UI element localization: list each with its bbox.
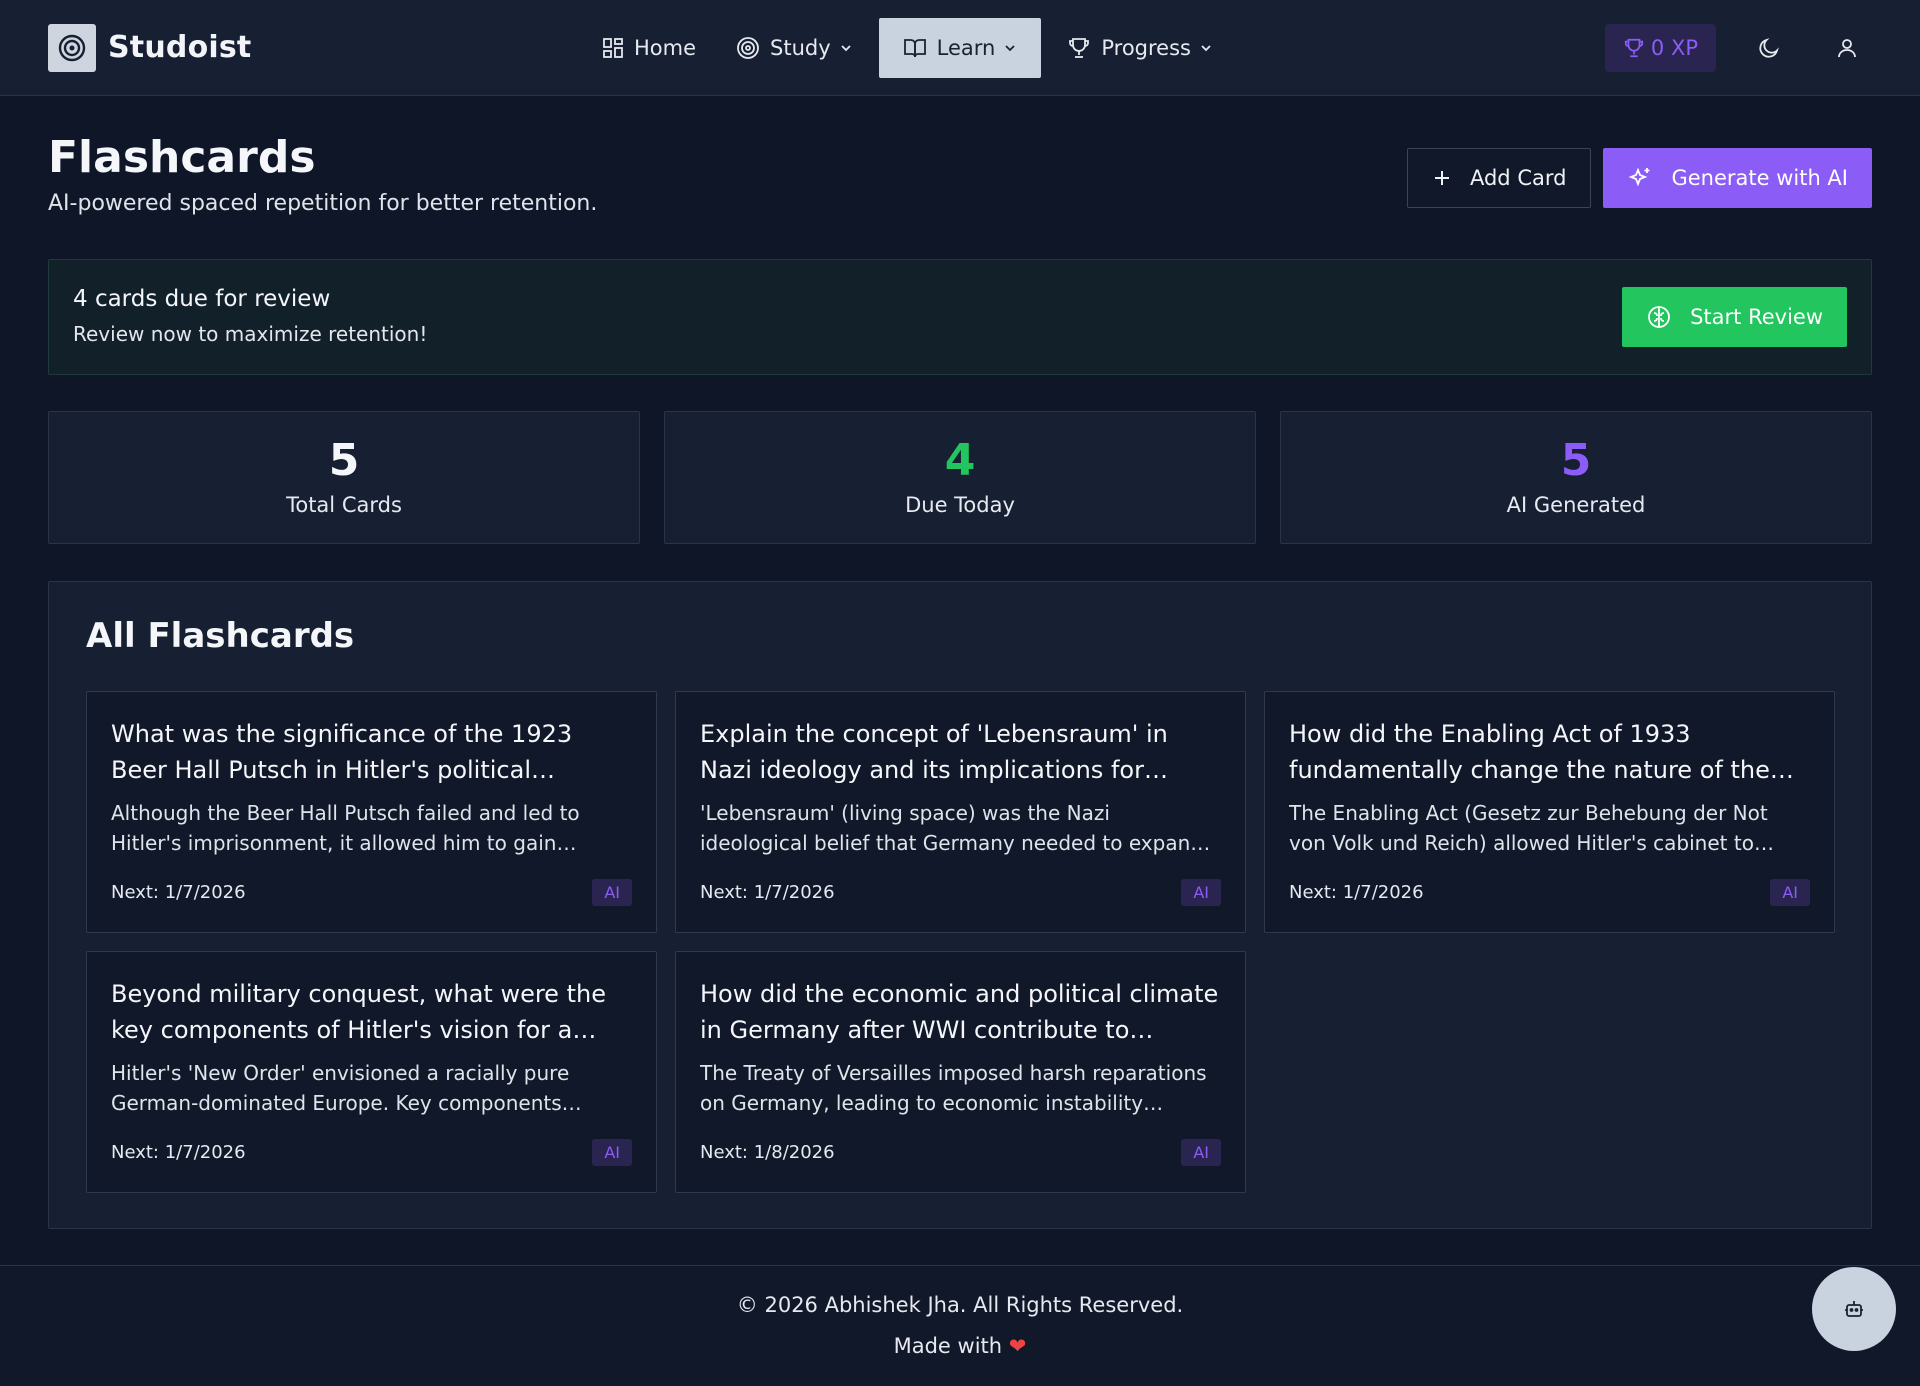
copyright-text: © 2026 Abhishek Jha. All Rights Reserved… <box>0 1293 1920 1317</box>
nav-learn-label: Learn <box>937 36 996 60</box>
card-answer: 'Lebensraum' (living space) was the Nazi… <box>700 798 1221 858</box>
nav-study[interactable]: Study <box>722 18 867 78</box>
plus-icon <box>1432 168 1452 188</box>
sparkles-icon <box>1627 165 1653 191</box>
review-banner: 4 cards due for review Review now to max… <box>48 259 1872 375</box>
bot-icon <box>1842 1297 1866 1321</box>
made-with-text: Made with <box>894 1334 1002 1358</box>
xp-badge[interactable]: 0 XP <box>1605 24 1716 72</box>
header-tools: 0 XP <box>1605 24 1872 72</box>
ai-badge: AI <box>592 879 632 906</box>
ai-badge: AI <box>1770 879 1810 906</box>
start-review-label: Start Review <box>1690 305 1823 329</box>
page-title: Flashcards <box>48 132 597 183</box>
target-icon <box>736 36 760 60</box>
card-question: Beyond military conquest, what were the … <box>111 976 632 1048</box>
card-question: Explain the concept of 'Lebensraum' in N… <box>700 716 1221 788</box>
flashcard[interactable]: Beyond military conquest, what were the … <box>86 951 657 1193</box>
stat-value: 4 <box>945 439 976 483</box>
stats-row: 5 Total Cards 4 Due Today 5 AI Generated <box>48 411 1872 544</box>
brain-icon <box>1646 304 1672 330</box>
stat-label: AI Generated <box>1507 493 1646 517</box>
target-logo-icon <box>48 24 96 72</box>
card-next-date: Next: 1/7/2026 <box>1289 882 1424 903</box>
ai-badge: AI <box>1181 1139 1221 1166</box>
flashcard[interactable]: How did the Enabling Act of 1933 fundame… <box>1264 691 1835 933</box>
stat-label: Due Today <box>905 493 1015 517</box>
add-card-button[interactable]: Add Card <box>1407 148 1591 208</box>
trophy-icon <box>1067 36 1091 60</box>
card-answer: The Treaty of Versailles imposed harsh r… <box>700 1058 1221 1118</box>
card-next-date: Next: 1/7/2026 <box>111 882 246 903</box>
nav-progress-label: Progress <box>1101 36 1191 60</box>
review-subtitle: Review now to maximize retention! <box>73 322 427 346</box>
nav-home-label: Home <box>634 36 696 60</box>
book-open-icon <box>903 36 927 60</box>
page-header: Flashcards AI-powered spaced repetition … <box>48 132 597 216</box>
stat-value: 5 <box>329 439 360 483</box>
chevron-down-icon <box>1199 41 1213 55</box>
card-answer: The Enabling Act (Gesetz zur Behebung de… <box>1289 798 1810 858</box>
page-subtitle: AI-powered spaced repetition for better … <box>48 191 597 216</box>
main-nav: Home Study Learn Progress <box>588 18 1227 78</box>
card-question: How did the economic and political clima… <box>700 976 1221 1048</box>
top-navbar: Studoist Home Study Learn <box>0 0 1920 96</box>
header-actions: Add Card Generate with AI <box>1407 148 1872 208</box>
generate-with-ai-button[interactable]: Generate with AI <box>1603 148 1872 208</box>
nav-home[interactable]: Home <box>588 18 710 78</box>
chatbot-button[interactable] <box>1812 1267 1896 1351</box>
flashcard-grid: What was the significance of the 1923 Be… <box>86 691 1835 1193</box>
card-answer: Although the Beer Hall Putsch failed and… <box>111 798 632 858</box>
card-question: What was the significance of the 1923 Be… <box>111 716 632 788</box>
app-name: Studoist <box>108 30 251 65</box>
chevron-down-icon <box>839 41 853 55</box>
all-flashcards-panel: All Flashcards What was the significance… <box>48 581 1872 1229</box>
heart-icon: ❤ <box>1009 1334 1027 1358</box>
footer: © 2026 Abhishek Jha. All Rights Reserved… <box>0 1265 1920 1386</box>
brand[interactable]: Studoist <box>48 24 251 72</box>
card-footer: Next: 1/8/2026 AI <box>700 1139 1221 1166</box>
ai-badge: AI <box>592 1139 632 1166</box>
flashcard[interactable]: What was the significance of the 1923 Be… <box>86 691 657 933</box>
card-footer: Next: 1/7/2026 AI <box>700 879 1221 906</box>
review-title: 4 cards due for review <box>73 286 330 312</box>
ai-badge: AI <box>1181 879 1221 906</box>
stat-ai-generated: 5 AI Generated <box>1280 411 1872 544</box>
nav-progress[interactable]: Progress <box>1053 18 1227 78</box>
flashcard[interactable]: How did the economic and political clima… <box>675 951 1246 1193</box>
stat-value: 5 <box>1561 439 1592 483</box>
card-footer: Next: 1/7/2026 AI <box>111 1139 632 1166</box>
flashcard[interactable]: Explain the concept of 'Lebensraum' in N… <box>675 691 1246 933</box>
theme-toggle-button[interactable] <box>1744 24 1794 72</box>
card-footer: Next: 1/7/2026 AI <box>111 879 632 906</box>
card-footer: Next: 1/7/2026 AI <box>1289 879 1810 906</box>
card-answer: Hitler's 'New Order' envisioned a racial… <box>111 1058 632 1118</box>
card-next-date: Next: 1/8/2026 <box>700 1142 835 1163</box>
start-review-button[interactable]: Start Review <box>1622 287 1847 347</box>
moon-icon <box>1757 36 1781 60</box>
add-card-label: Add Card <box>1470 166 1566 190</box>
xp-label: 0 XP <box>1651 36 1698 60</box>
profile-button[interactable] <box>1822 24 1872 72</box>
generate-label: Generate with AI <box>1671 166 1848 190</box>
nav-study-label: Study <box>770 36 831 60</box>
card-next-date: Next: 1/7/2026 <box>111 1142 246 1163</box>
user-icon <box>1835 36 1859 60</box>
made-with-line: Made with ❤ <box>0 1334 1920 1358</box>
trophy-icon <box>1623 37 1645 59</box>
chevron-down-icon <box>1003 41 1017 55</box>
nav-learn[interactable]: Learn <box>879 18 1042 78</box>
panel-title: All Flashcards <box>86 616 354 656</box>
stat-due-today: 4 Due Today <box>664 411 1256 544</box>
card-question: How did the Enabling Act of 1933 fundame… <box>1289 716 1810 788</box>
stat-label: Total Cards <box>286 493 402 517</box>
card-next-date: Next: 1/7/2026 <box>700 882 835 903</box>
grid-icon <box>602 37 624 59</box>
stat-total-cards: 5 Total Cards <box>48 411 640 544</box>
